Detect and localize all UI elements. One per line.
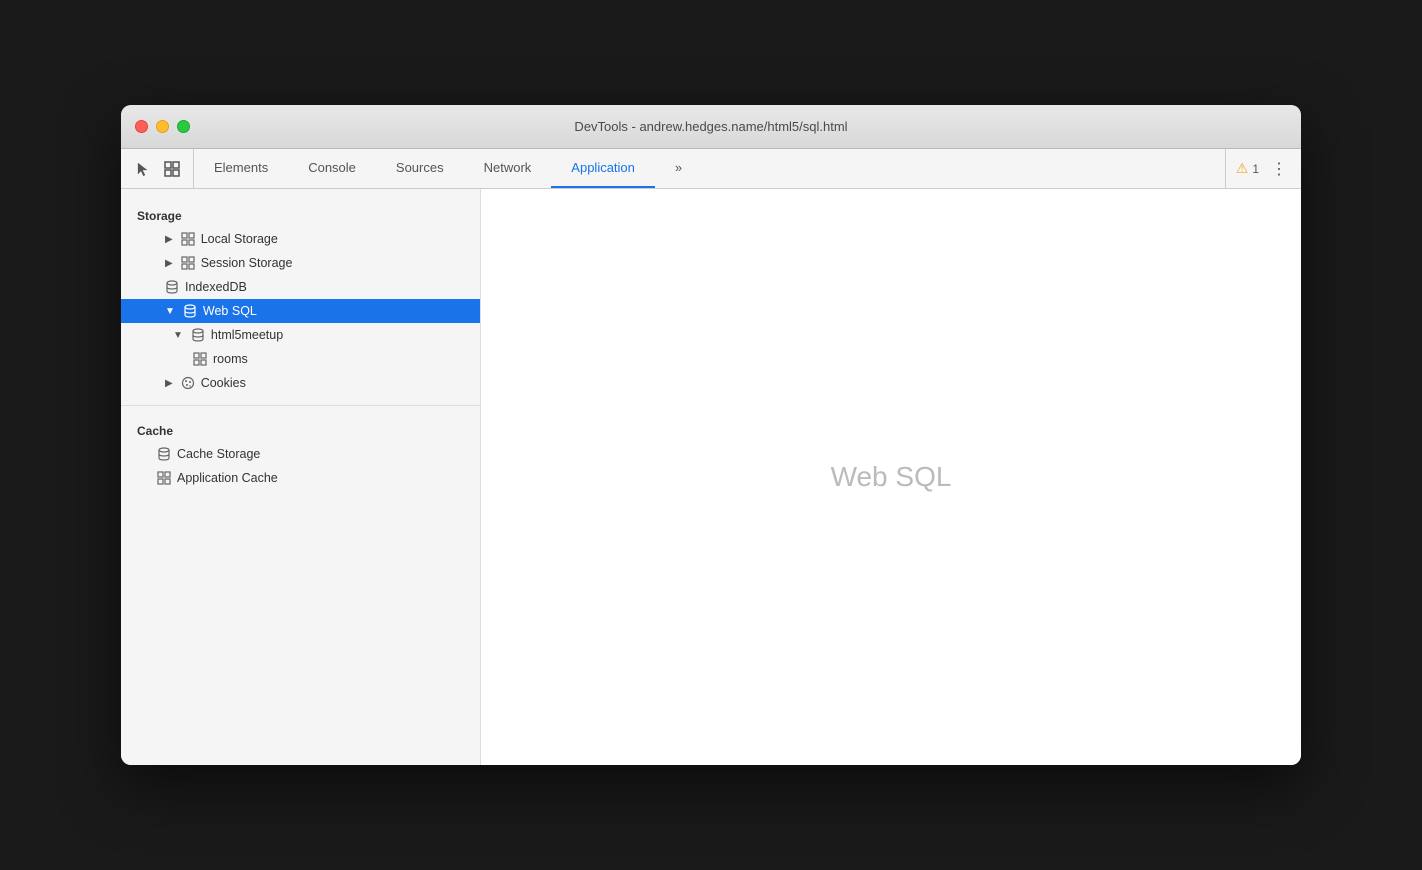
toolbar-icons bbox=[121, 149, 194, 188]
panel-area: Web SQL bbox=[481, 189, 1301, 765]
inspect-icon[interactable] bbox=[161, 158, 183, 180]
traffic-lights bbox=[135, 120, 190, 133]
local-storage-label: Local Storage bbox=[201, 232, 278, 246]
warning-badge[interactable]: ⚠ 1 bbox=[1236, 160, 1259, 177]
indexeddb-label: IndexedDB bbox=[185, 280, 247, 294]
sidebar-item-cookies[interactable]: ▶ Cookies bbox=[121, 371, 480, 395]
db-icon bbox=[191, 328, 205, 342]
main-area: Storage ▶ Local Storage ▶ bbox=[121, 189, 1301, 765]
tab-application[interactable]: Application bbox=[551, 149, 655, 188]
sidebar-item-local-storage[interactable]: ▶ Local Storage bbox=[121, 227, 480, 251]
storage-section-header: Storage bbox=[121, 201, 480, 227]
window-title: DevTools - andrew.hedges.name/html5/sql.… bbox=[574, 119, 847, 134]
tab-elements[interactable]: Elements bbox=[194, 149, 288, 188]
close-button[interactable] bbox=[135, 120, 148, 133]
devtools-window: DevTools - andrew.hedges.name/html5/sql.… bbox=[121, 105, 1301, 765]
sidebar-item-html5meetup[interactable]: ▼ html5meetup bbox=[121, 323, 480, 347]
toolbar-right: ⚠ 1 ⋮ bbox=[1225, 149, 1301, 188]
tab-network[interactable]: Network bbox=[464, 149, 552, 188]
chevron-down-icon: ▼ bbox=[173, 330, 183, 341]
html5meetup-label: html5meetup bbox=[211, 328, 283, 342]
maximize-button[interactable] bbox=[177, 120, 190, 133]
web-sql-label: Web SQL bbox=[203, 304, 257, 318]
db-icon bbox=[165, 280, 179, 294]
tab-sources[interactable]: Sources bbox=[376, 149, 464, 188]
grid-icon bbox=[157, 471, 171, 485]
sidebar-item-web-sql[interactable]: ▼ Web SQL bbox=[121, 299, 480, 323]
tab-more[interactable]: » bbox=[655, 149, 702, 188]
sidebar-item-session-storage[interactable]: ▶ Session Storage bbox=[121, 251, 480, 275]
application-cache-label: Application Cache bbox=[177, 471, 278, 485]
chevron-down-icon: ▼ bbox=[165, 306, 175, 317]
more-options-button[interactable]: ⋮ bbox=[1267, 159, 1291, 179]
db-icon bbox=[183, 304, 197, 318]
db-icon bbox=[157, 447, 171, 461]
chevron-right-icon: ▶ bbox=[165, 258, 173, 269]
cache-section-header: Cache bbox=[121, 416, 480, 442]
grid-icon bbox=[193, 352, 207, 366]
cookies-label: Cookies bbox=[201, 376, 246, 390]
sidebar-item-cache-storage[interactable]: Cache Storage bbox=[121, 442, 480, 466]
title-bar: DevTools - andrew.hedges.name/html5/sql.… bbox=[121, 105, 1301, 149]
grid-icon bbox=[181, 256, 195, 270]
rooms-label: rooms bbox=[213, 352, 248, 366]
chevron-right-icon: ▶ bbox=[165, 378, 173, 389]
panel-placeholder-text: Web SQL bbox=[831, 461, 952, 493]
sidebar-divider bbox=[121, 405, 480, 406]
cursor-icon[interactable] bbox=[131, 158, 153, 180]
chevron-right-icon: ▶ bbox=[165, 234, 173, 245]
minimize-button[interactable] bbox=[156, 120, 169, 133]
tab-bar: Elements Console Sources Network Applica… bbox=[194, 149, 1225, 188]
sidebar-item-application-cache[interactable]: Application Cache bbox=[121, 466, 480, 490]
session-storage-label: Session Storage bbox=[201, 256, 293, 270]
warning-icon: ⚠ bbox=[1236, 160, 1249, 177]
sidebar-item-indexeddb[interactable]: IndexedDB bbox=[121, 275, 480, 299]
cookie-icon bbox=[181, 376, 195, 390]
sidebar: Storage ▶ Local Storage ▶ bbox=[121, 189, 481, 765]
grid-icon bbox=[181, 232, 195, 246]
tab-console[interactable]: Console bbox=[288, 149, 376, 188]
sidebar-item-rooms[interactable]: rooms bbox=[121, 347, 480, 371]
cache-storage-label: Cache Storage bbox=[177, 447, 260, 461]
toolbar: Elements Console Sources Network Applica… bbox=[121, 149, 1301, 189]
